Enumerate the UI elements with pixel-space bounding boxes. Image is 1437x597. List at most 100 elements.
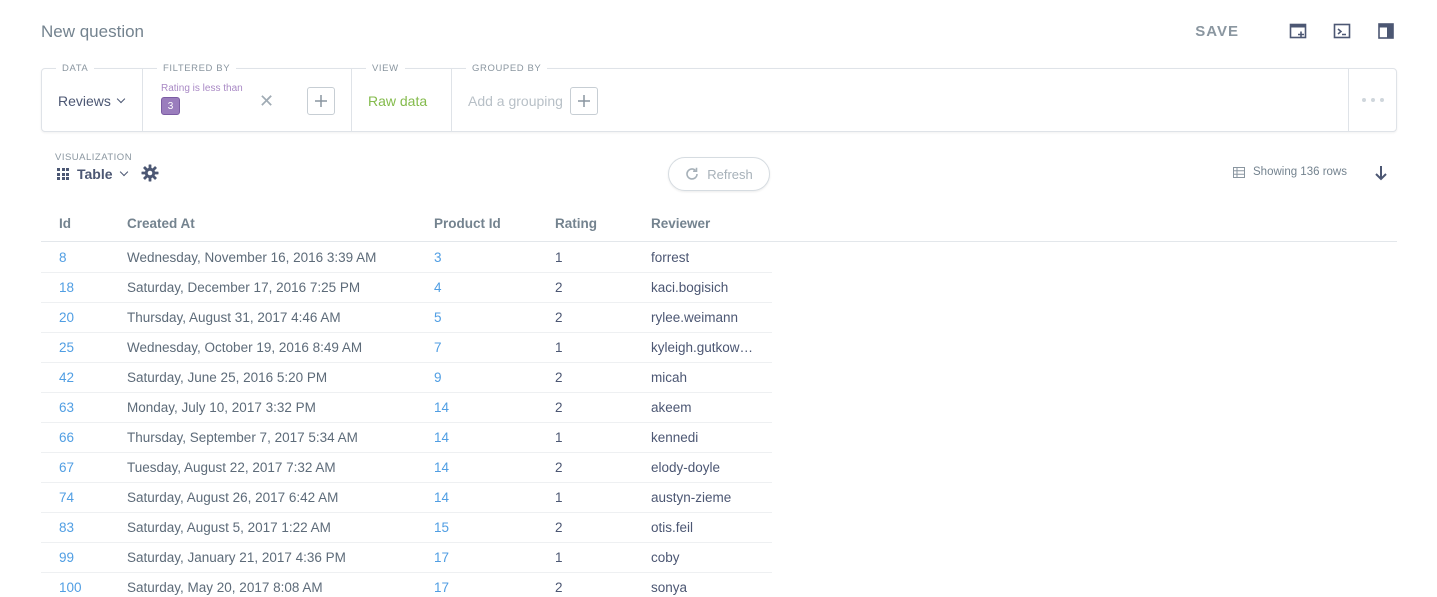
cell-reviewer: forrest: [651, 250, 690, 265]
download-icon[interactable]: [1373, 164, 1389, 184]
filter-section-label: FILTERED BY: [157, 63, 237, 74]
visualization-select[interactable]: Table: [57, 166, 128, 182]
filter-section: FILTERED BY Rating is less than 3 ✕: [143, 63, 351, 131]
cell-id[interactable]: 42: [59, 370, 74, 385]
cell-rating: 1: [555, 550, 563, 565]
cell-id[interactable]: 99: [59, 550, 74, 565]
cell-product-id[interactable]: 14: [434, 400, 449, 415]
cell-rating: 1: [555, 250, 563, 265]
plus-icon: [315, 95, 327, 107]
cell-created-at: Tuesday, August 22, 2017 7:32 AM: [127, 460, 336, 475]
cell-product-id[interactable]: 17: [434, 550, 449, 565]
column-header-id[interactable]: Id: [59, 216, 71, 231]
cell-id[interactable]: 67: [59, 460, 74, 475]
column-header-product-id[interactable]: Product Id: [434, 216, 501, 231]
query-builder: DATA Reviews FILTERED BY Rating is less …: [41, 63, 1397, 132]
cell-created-at: Saturday, May 20, 2017 8:08 AM: [127, 580, 323, 595]
more-options-button[interactable]: [1348, 69, 1396, 131]
cell-product-id[interactable]: 17: [434, 580, 449, 595]
cell-created-at: Saturday, June 25, 2016 5:20 PM: [127, 370, 328, 385]
table-row: 83 Saturday, August 5, 2017 1:22 AM 15 2 oti…: [41, 513, 772, 543]
save-button[interactable]: SAVE: [1195, 23, 1239, 40]
table-row: 74 Saturday, August 26, 2017 6:42 AM 14 1 au…: [41, 483, 772, 513]
table-row: 100 Saturday, May 20, 2017 8:08 AM 17 2 sony…: [41, 573, 772, 597]
cell-reviewer: kennedi: [651, 430, 699, 445]
sql-editor-icon[interactable]: [1331, 20, 1353, 42]
column-header-reviewer[interactable]: Reviewer: [651, 216, 710, 231]
cell-product-id[interactable]: 15: [434, 520, 449, 535]
cell-product-id[interactable]: 14: [434, 430, 449, 445]
cell-rating: 1: [555, 430, 563, 445]
add-grouping-button[interactable]: [570, 87, 598, 115]
cell-product-id[interactable]: 5: [434, 310, 442, 325]
cell-reviewer: otis.feil: [651, 520, 694, 535]
add-to-dashboard-icon[interactable]: [1287, 20, 1309, 42]
cell-id[interactable]: 74: [59, 490, 74, 505]
cell-id[interactable]: 66: [59, 430, 74, 445]
refresh-button[interactable]: Refresh: [668, 157, 770, 191]
data-section: DATA Reviews: [42, 63, 142, 131]
cell-reviewer: elody-doyle: [651, 460, 721, 475]
grouping-section: GROUPED BY Add a grouping: [452, 63, 752, 131]
cell-rating: 2: [555, 460, 563, 475]
cell-rating: 2: [555, 580, 563, 595]
cell-product-id[interactable]: 3: [434, 250, 442, 265]
column-header-created-at[interactable]: Created At: [127, 216, 195, 231]
row-count: Showing 136 rows: [1233, 166, 1347, 178]
table-row: 25 Wednesday, October 19, 2016 8:49 AM 7 1 k…: [41, 333, 772, 363]
cell-created-at: Thursday, August 31, 2017 4:46 AM: [127, 310, 341, 325]
table-row: 18 Saturday, December 17, 2016 7:25 PM 4 2 k…: [41, 273, 772, 303]
filter-text: Rating is less than: [161, 83, 243, 94]
filter-pill[interactable]: Rating is less than 3: [161, 83, 243, 115]
plus-icon: [578, 95, 590, 107]
chevron-down-icon: [116, 94, 126, 104]
add-grouping-placeholder[interactable]: Add a grouping: [468, 93, 563, 109]
cell-rating: 1: [555, 340, 563, 355]
cell-reviewer: kaci.bogisich: [651, 280, 729, 295]
cell-product-id[interactable]: 9: [434, 370, 442, 385]
page-title: New question: [41, 22, 145, 41]
cell-id[interactable]: 18: [59, 280, 74, 295]
cell-reviewer: micah: [651, 370, 688, 385]
column-header-rating[interactable]: Rating: [555, 216, 597, 231]
cell-id[interactable]: 83: [59, 520, 74, 535]
cell-reviewer: austyn-zieme: [651, 490, 732, 505]
view-select[interactable]: Raw data: [368, 93, 427, 109]
dot-icon: [1379, 98, 1384, 102]
cell-rating: 2: [555, 370, 563, 385]
cell-id[interactable]: 100: [59, 580, 82, 595]
cell-created-at: Monday, July 10, 2017 3:32 PM: [127, 400, 316, 415]
table-header-divider: [41, 241, 1397, 242]
cell-created-at: Wednesday, November 16, 2016 3:39 AM: [127, 250, 377, 265]
cell-product-id[interactable]: 14: [434, 460, 449, 475]
table-row: 63 Monday, July 10, 2017 3:32 PM 14 2 akeem: [41, 393, 772, 423]
gear-icon[interactable]: [141, 164, 159, 182]
cell-product-id[interactable]: 14: [434, 490, 449, 505]
dot-icon: [1370, 98, 1375, 102]
cell-id[interactable]: 20: [59, 310, 74, 325]
cell-product-id[interactable]: 4: [434, 280, 442, 295]
cell-created-at: Wednesday, October 19, 2016 8:49 AM: [127, 340, 363, 355]
data-section-label: DATA: [56, 63, 95, 74]
cell-product-id[interactable]: 7: [434, 340, 442, 355]
refresh-label: Refresh: [707, 166, 753, 182]
header-actions: SAVE: [1195, 20, 1397, 42]
table-row: 66 Thursday, September 7, 2017 5:34 AM 14 1…: [41, 423, 772, 453]
dot-icon: [1361, 98, 1366, 102]
data-source-value: Reviews: [58, 93, 111, 109]
cell-rating: 2: [555, 280, 563, 295]
visualization-label: VISUALIZATION: [55, 152, 133, 163]
cell-rating: 2: [555, 520, 563, 535]
data-source-select[interactable]: Reviews: [58, 93, 126, 109]
cell-reviewer: akeem: [651, 400, 692, 415]
cell-id[interactable]: 25: [59, 340, 74, 355]
cell-id[interactable]: 8: [59, 250, 67, 265]
view-section: VIEW Raw data: [352, 63, 451, 131]
cell-reviewer: kyleigh.gutkow…: [651, 340, 754, 355]
data-reference-icon[interactable]: [1375, 20, 1397, 42]
cell-id[interactable]: 63: [59, 400, 74, 415]
add-filter-button[interactable]: [307, 87, 335, 115]
remove-filter-icon[interactable]: ✕: [259, 91, 274, 112]
table-row: 20 Thursday, August 31, 2017 4:46 AM 5 2 ryl…: [41, 303, 772, 333]
refresh-icon: [686, 167, 699, 180]
